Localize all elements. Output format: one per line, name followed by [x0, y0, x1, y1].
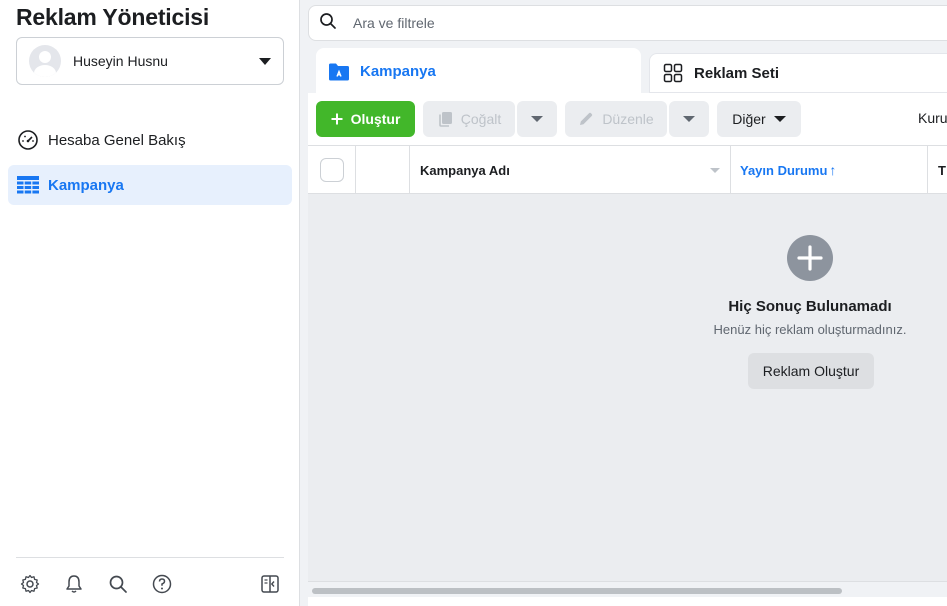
chevron-down-icon: [259, 57, 271, 65]
pencil-icon: [578, 111, 594, 127]
sidebar-item-campaign[interactable]: Kampanya: [8, 165, 292, 205]
column-next[interactable]: T: [928, 146, 947, 194]
account-selector[interactable]: Huseyin Husnu: [16, 37, 284, 85]
toolbar: Oluştur Çoğalt Düzenle Diğer Kuru: [308, 93, 947, 145]
sort-caret-icon: [710, 168, 720, 173]
horizontal-scrollbar[interactable]: [308, 581, 947, 597]
search-bar: [308, 5, 947, 41]
scrollbar-thumb[interactable]: [312, 588, 842, 594]
bell-icon[interactable]: [63, 573, 85, 595]
sidebar-item-label: Hesaba Genel Bakış: [48, 131, 186, 149]
column-label: Yayın Durumu: [740, 162, 828, 178]
account-name: Huseyin Husnu: [73, 53, 168, 69]
tab-label: Kampanya: [360, 63, 436, 80]
create-ad-button[interactable]: Reklam Oluştur: [748, 353, 874, 389]
search-icon[interactable]: [107, 573, 129, 595]
table-body: Hiç Sonuç Bulunamadı Henüz hiç reklam ol…: [308, 194, 947, 581]
help-icon[interactable]: [151, 573, 173, 595]
plus-icon: [331, 113, 343, 125]
toggle-column: [356, 146, 410, 194]
sort-arrow-up-icon: ↑: [829, 162, 837, 178]
select-all-checkbox[interactable]: [319, 158, 344, 182]
duplicate-button-label: Çoğalt: [460, 111, 502, 127]
table-grid-icon: [17, 174, 39, 196]
setup-label[interactable]: Kuru: [918, 110, 947, 126]
grid-icon: [662, 62, 684, 84]
more-button-label: Diğer: [732, 111, 766, 127]
edit-button-label: Düzenle: [602, 111, 654, 127]
avatar: [29, 45, 61, 77]
chevron-down-icon: [773, 116, 786, 122]
column-delivery-status[interactable]: Yayın Durumu ↑: [731, 146, 928, 194]
select-all-cell: [308, 146, 356, 194]
sidebar-item-label: Kampanya: [48, 176, 124, 194]
more-button[interactable]: Diğer: [717, 101, 801, 137]
panel-toggle-icon[interactable]: [259, 573, 281, 595]
empty-state-title: Hiç Sonuç Bulunamadı: [728, 298, 892, 315]
campaign-panel: Oluştur Çoğalt Düzenle Diğer Kuru Kampan…: [308, 93, 947, 606]
tab-ad-set[interactable]: Reklam Seti: [649, 53, 947, 93]
empty-state-subtitle: Henüz hiç reklam oluşturmadınız.: [713, 322, 907, 337]
gauge-icon: [17, 129, 39, 151]
chevron-down-icon: [683, 116, 695, 122]
duplicate-button[interactable]: Çoğalt: [423, 101, 515, 137]
tab-campaign[interactable]: Kampanya: [316, 48, 641, 95]
search-icon: [319, 12, 337, 35]
folder-icon: [328, 61, 350, 83]
copy-icon: [437, 111, 453, 127]
duplicate-options-button[interactable]: [517, 101, 557, 137]
edit-button[interactable]: Düzenle: [565, 101, 667, 137]
create-button-label: Oluştur: [350, 111, 401, 127]
app-title: Reklam Yöneticisi: [16, 4, 210, 30]
plus-circle-icon: [787, 235, 833, 281]
chevron-down-icon: [531, 116, 543, 122]
sidebar: Reklam Yöneticisi Huseyin Husnu Hesaba G…: [0, 0, 300, 606]
column-campaign-name[interactable]: Kampanya Adı: [410, 146, 731, 194]
search-input[interactable]: [353, 15, 753, 31]
column-label: Kampanya Adı: [420, 162, 510, 178]
column-label: T: [938, 162, 946, 178]
table-header: Kampanya Adı Yayın Durumu ↑ T: [308, 145, 947, 194]
create-button[interactable]: Oluştur: [316, 101, 415, 137]
edit-options-button[interactable]: [669, 101, 709, 137]
tab-label: Reklam Seti: [694, 64, 780, 82]
gear-icon[interactable]: [19, 573, 41, 595]
sidebar-item-overview[interactable]: Hesaba Genel Bakış: [8, 120, 292, 160]
sidebar-footer: [16, 557, 284, 606]
